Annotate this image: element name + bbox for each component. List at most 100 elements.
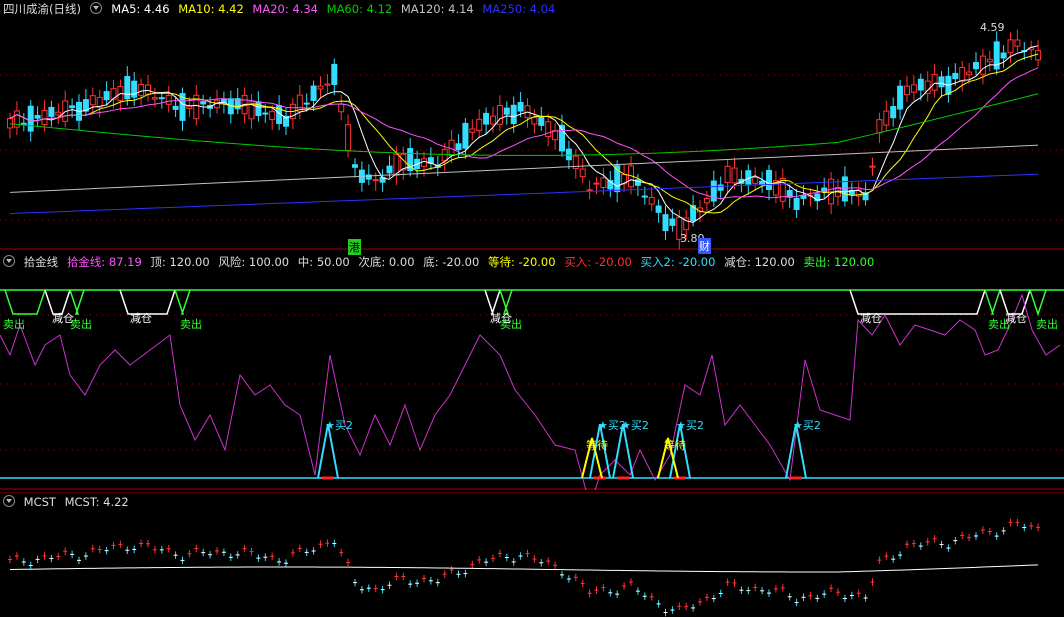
signal-band bbox=[119, 289, 176, 315]
candle bbox=[138, 84, 145, 96]
candle bbox=[338, 103, 345, 113]
candle bbox=[1014, 39, 1021, 47]
candle bbox=[531, 116, 538, 125]
candle bbox=[55, 111, 62, 116]
buy2-label: ★买2 bbox=[325, 419, 353, 432]
candle bbox=[910, 84, 917, 93]
candle bbox=[876, 119, 883, 134]
signal-band bbox=[44, 289, 71, 315]
candle bbox=[186, 105, 193, 109]
buy2-label: ★买2 bbox=[793, 419, 821, 432]
shijin-indicator-chart[interactable]: 卖出 卖出 卖出 卖出 卖出 卖出减仓 减仓 减仓 减仓 减仓★买2 ★买2★买2 ★买2 ★买2等待等… bbox=[0, 252, 1064, 490]
candle bbox=[931, 73, 938, 91]
ma120-line bbox=[9, 144, 1039, 193]
candle bbox=[172, 105, 179, 110]
signal-band bbox=[499, 289, 513, 315]
candle bbox=[262, 112, 269, 115]
candle bbox=[917, 78, 924, 91]
candle bbox=[89, 95, 96, 106]
candle bbox=[455, 143, 462, 151]
candle bbox=[669, 218, 676, 226]
candle bbox=[890, 106, 897, 119]
reduce-label: 减仓 bbox=[1005, 311, 1027, 325]
reduce-label: 减仓 bbox=[130, 311, 152, 325]
candle bbox=[593, 182, 600, 185]
signal-band bbox=[484, 289, 501, 315]
candle bbox=[69, 105, 76, 109]
candle bbox=[490, 115, 496, 125]
candle bbox=[352, 164, 358, 168]
signal-band bbox=[69, 289, 85, 315]
ma5-line bbox=[9, 45, 1039, 223]
candle bbox=[752, 176, 759, 184]
candle bbox=[310, 85, 317, 101]
candle bbox=[966, 71, 973, 76]
candle bbox=[959, 67, 966, 82]
reduce-label: 减仓 bbox=[860, 311, 882, 325]
candle bbox=[648, 196, 655, 205]
candle bbox=[200, 101, 207, 105]
mcst-indicator-chart[interactable] bbox=[0, 492, 1064, 617]
buy2-spike bbox=[612, 423, 634, 479]
wait-label: 等待 bbox=[586, 438, 608, 452]
sell-label: 卖出 bbox=[3, 317, 25, 331]
candle bbox=[703, 198, 710, 204]
candle bbox=[48, 106, 55, 117]
candle bbox=[731, 167, 738, 184]
candle bbox=[476, 118, 483, 132]
candle bbox=[131, 80, 138, 98]
candle bbox=[938, 76, 945, 88]
candle bbox=[324, 83, 331, 86]
candle bbox=[952, 72, 959, 80]
candle bbox=[586, 189, 593, 192]
candle bbox=[145, 84, 151, 95]
signal-band bbox=[984, 289, 1001, 315]
candle bbox=[1000, 52, 1007, 59]
candle bbox=[897, 85, 904, 110]
candle bbox=[717, 184, 724, 191]
candle bbox=[27, 105, 34, 132]
candle bbox=[441, 148, 448, 162]
ma20-line bbox=[9, 67, 1039, 200]
buy2-label: ★买2 bbox=[621, 419, 649, 432]
wait-label: 等待 bbox=[664, 438, 686, 452]
signal-band bbox=[849, 289, 986, 315]
reduce-label: 减仓 bbox=[490, 311, 512, 325]
candle bbox=[883, 110, 890, 126]
candle bbox=[372, 179, 379, 182]
candle bbox=[158, 97, 165, 100]
candle bbox=[579, 168, 586, 178]
reduce-label: 减仓 bbox=[52, 311, 74, 325]
candle bbox=[517, 102, 524, 112]
candle bbox=[545, 121, 552, 138]
candle bbox=[641, 195, 648, 198]
candle bbox=[317, 85, 324, 90]
buy2-label: ★买2 bbox=[676, 419, 704, 432]
candle bbox=[986, 58, 993, 63]
sell-label: 卖出 bbox=[180, 317, 202, 331]
candle bbox=[503, 107, 510, 115]
candle bbox=[483, 112, 490, 125]
candle bbox=[759, 180, 766, 186]
candle bbox=[1035, 50, 1042, 61]
candle bbox=[552, 130, 559, 141]
candle bbox=[386, 165, 393, 174]
shijin-line bbox=[0, 293, 1061, 490]
candle bbox=[20, 122, 27, 125]
candle bbox=[904, 85, 910, 96]
signal-band bbox=[1029, 289, 1047, 317]
candle bbox=[979, 55, 986, 75]
candle bbox=[34, 115, 41, 119]
candle bbox=[565, 148, 572, 161]
ma250-line bbox=[9, 173, 1039, 215]
candlestick-chart[interactable] bbox=[0, 0, 1064, 250]
signal-band bbox=[174, 289, 191, 315]
sell-label: 卖出 bbox=[1036, 317, 1058, 331]
candle bbox=[869, 165, 876, 168]
high-price-label: 4.59 bbox=[980, 21, 1005, 34]
candle bbox=[331, 63, 338, 85]
candle bbox=[662, 214, 669, 232]
candle bbox=[41, 110, 48, 126]
candle bbox=[841, 176, 848, 202]
mcst-line bbox=[9, 564, 1039, 573]
